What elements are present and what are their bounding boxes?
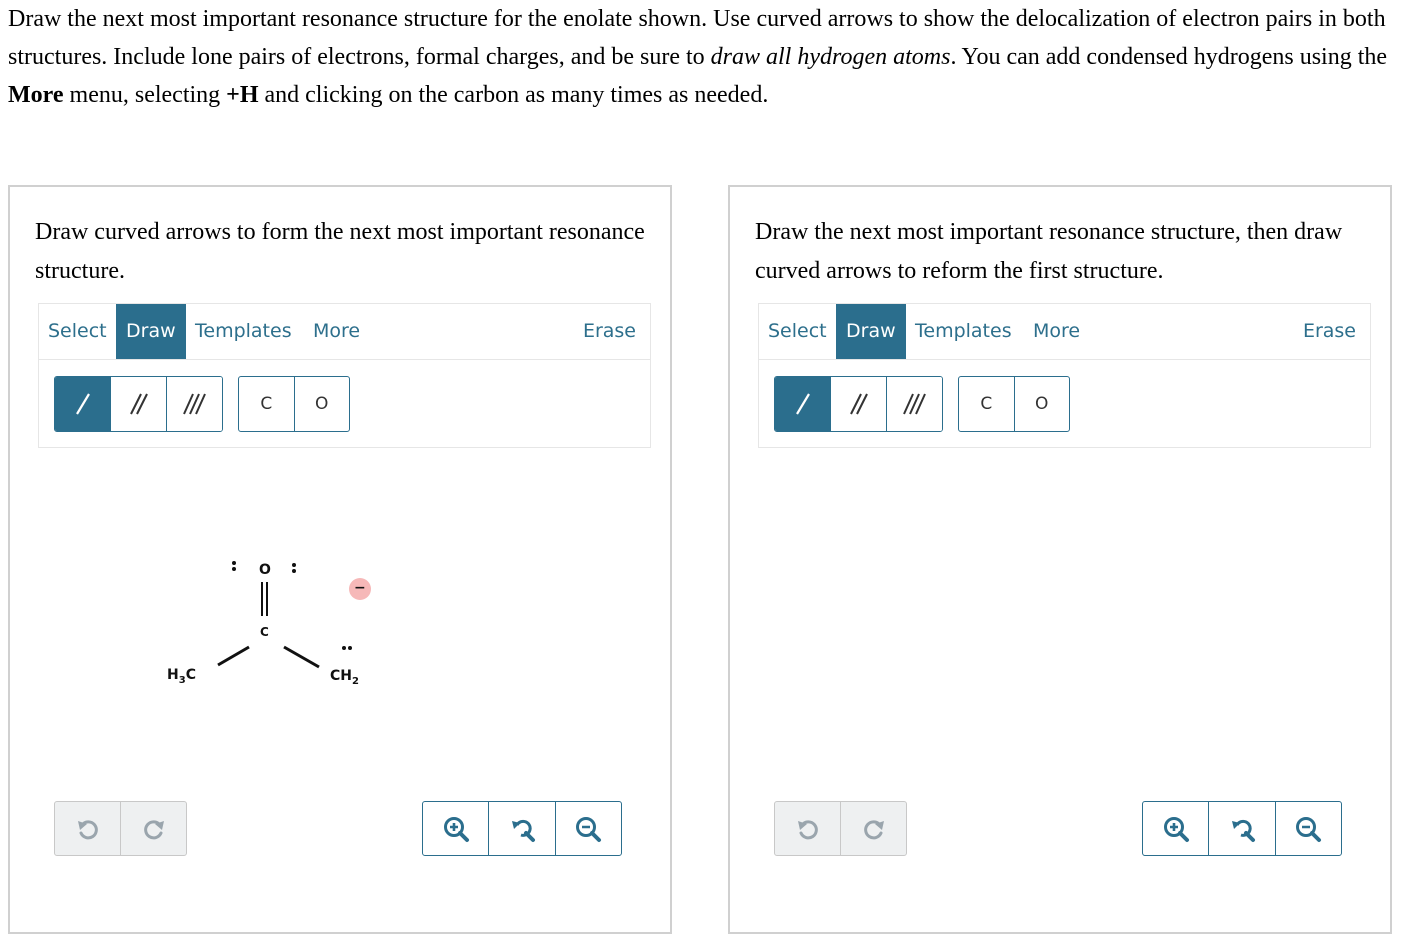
tab-draw[interactable]: Draw xyxy=(116,304,186,359)
tab-select[interactable]: Select xyxy=(39,304,117,359)
zoom-controls xyxy=(422,801,622,856)
lone-pair-dot xyxy=(292,569,296,573)
zoom-in-button[interactable] xyxy=(423,802,490,855)
tab-select[interactable]: Select xyxy=(759,304,837,359)
zoom-out-icon xyxy=(1296,816,1322,842)
lone-pair-dot xyxy=(348,646,352,650)
zoom-in-button[interactable] xyxy=(1143,802,1210,855)
oxygen-atom-label: O xyxy=(259,562,271,578)
undo-icon xyxy=(797,819,818,839)
panel-prompt: Draw the next most important resonance s… xyxy=(755,219,1343,284)
atom-tool-group: C O xyxy=(238,376,350,432)
single-bond-icon xyxy=(795,393,810,415)
negative-charge-sign: − xyxy=(354,580,366,596)
single-bond-line xyxy=(217,645,250,667)
zoom-reset-button[interactable] xyxy=(489,802,556,855)
redo-icon xyxy=(863,819,884,839)
zoom-reset-button[interactable] xyxy=(1209,802,1276,855)
instructions-text-4: and clicking on the carbon as many times… xyxy=(258,82,769,108)
tab-draw[interactable]: Draw xyxy=(836,304,906,359)
bond-tool-group xyxy=(774,376,943,432)
triple-bond-icon xyxy=(902,393,926,415)
lone-pair-dot xyxy=(232,561,236,565)
triple-bond-icon xyxy=(182,393,206,415)
erase-button[interactable]: Erase xyxy=(1293,304,1366,359)
ch2-text: CH xyxy=(330,668,352,684)
history-controls xyxy=(54,801,187,856)
instructions-emphasis: draw all hydrogen atoms xyxy=(710,44,951,70)
zoom-in-icon xyxy=(443,816,469,842)
panel-prompt: Draw curved arrows to form the next most… xyxy=(35,219,645,284)
instructions-text-2: . You can add condensed hydrogens using … xyxy=(950,44,1388,70)
left-drawing-panel: Draw curved arrows to form the next most… xyxy=(8,185,672,934)
zoom-out-icon xyxy=(576,816,602,842)
triple-bond-button[interactable] xyxy=(167,377,222,431)
zoom-out-button[interactable] xyxy=(556,802,621,855)
single-bond-icon xyxy=(75,393,90,415)
undo-button[interactable] xyxy=(775,802,841,855)
redo-button[interactable] xyxy=(121,802,186,855)
double-bond-icon xyxy=(129,393,148,415)
single-bond-line xyxy=(283,645,320,669)
instructions-more-bold: More xyxy=(8,82,64,108)
lone-pair-dot xyxy=(232,567,236,571)
zoom-reset-icon xyxy=(1231,819,1255,842)
bond-tool-group xyxy=(54,376,223,432)
single-bond-button[interactable] xyxy=(55,377,111,431)
redo-button[interactable] xyxy=(841,802,906,855)
methyl-h: H xyxy=(167,667,179,683)
undo-button[interactable] xyxy=(55,802,121,855)
redo-icon xyxy=(143,819,164,839)
carbon-atom-button[interactable]: C xyxy=(239,377,295,431)
zoom-controls xyxy=(1142,801,1342,856)
erase-button[interactable]: Erase xyxy=(573,304,646,359)
question-instructions: Draw the next most important resonance s… xyxy=(8,0,1393,114)
tab-more[interactable]: More xyxy=(303,304,370,359)
tab-templates[interactable]: Templates xyxy=(909,304,1018,359)
tab-templates[interactable]: Templates xyxy=(189,304,298,359)
oxygen-atom-button[interactable]: O xyxy=(1015,377,1070,431)
methyl-c: C xyxy=(185,667,196,683)
draw-tools-bar: C O xyxy=(758,360,1371,448)
lone-pair-dot xyxy=(292,563,296,567)
tab-more[interactable]: More xyxy=(1023,304,1090,359)
draw-tools-bar: C O xyxy=(38,360,651,448)
enolate-structure xyxy=(217,561,371,669)
double-bond-icon xyxy=(849,393,868,415)
double-bond-button[interactable] xyxy=(831,377,887,431)
methyl-subscript: 3 xyxy=(178,674,186,686)
zoom-out-button[interactable] xyxy=(1276,802,1341,855)
lone-pair-dot xyxy=(342,646,346,650)
undo-icon xyxy=(77,819,98,839)
double-bond-button[interactable] xyxy=(111,377,167,431)
triple-bond-button[interactable] xyxy=(887,377,942,431)
ch2-subscript: 2 xyxy=(352,675,359,687)
right-drawing-panel: Draw the next most important resonance s… xyxy=(728,185,1392,934)
drawing-toolbar: Select Draw Templates More Erase xyxy=(758,303,1371,360)
atom-tool-group: C O xyxy=(958,376,1070,432)
instructions-plus-h-bold: +H xyxy=(226,82,259,108)
zoom-reset-icon xyxy=(511,819,535,842)
history-controls xyxy=(774,801,907,856)
carbonyl-carbon-label: C xyxy=(260,625,269,639)
methylene-group-label: CH2 xyxy=(330,668,359,687)
carbon-atom-button[interactable]: C xyxy=(959,377,1015,431)
methyl-group-label: H3C xyxy=(167,667,196,686)
drawing-canvas[interactable]: O C H3C CH2 − xyxy=(38,449,651,789)
single-bond-button[interactable] xyxy=(775,377,831,431)
drawing-canvas[interactable] xyxy=(758,449,1371,789)
oxygen-atom-button[interactable]: O xyxy=(295,377,350,431)
zoom-in-icon xyxy=(1163,816,1189,842)
instructions-text-3: menu, selecting xyxy=(63,82,227,108)
drawing-toolbar: Select Draw Templates More Erase xyxy=(38,303,651,360)
